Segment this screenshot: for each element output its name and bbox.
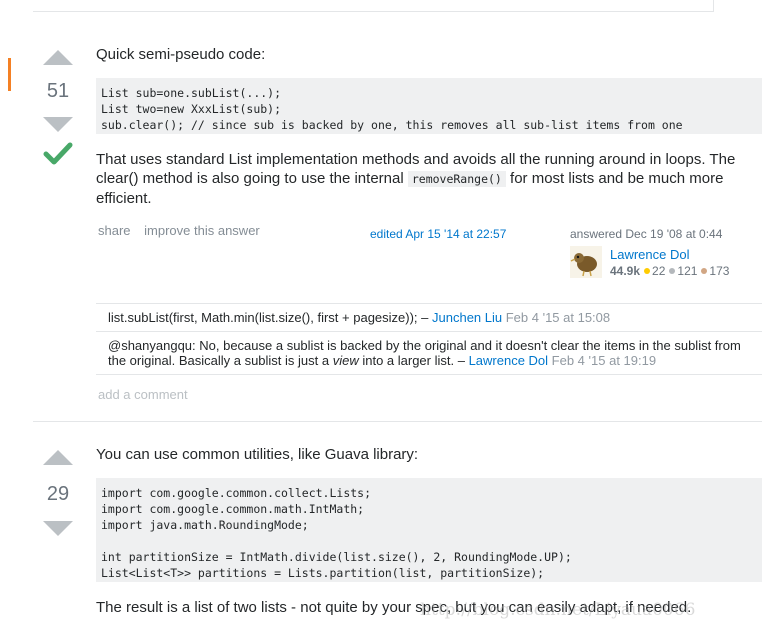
vote-count: 29 xyxy=(46,483,70,505)
downvote-icon[interactable] xyxy=(43,117,73,132)
answer-intro: Quick semi-pseudo code: xyxy=(96,46,266,63)
silver-badge-icon xyxy=(669,268,676,274)
code-block: import com.google.common.collect.Lists; … xyxy=(96,478,762,582)
answer-body: That uses standard List implementation m… xyxy=(96,151,736,207)
vote-cell-answer2: 29 xyxy=(40,450,76,536)
vote-count: 51 xyxy=(46,80,70,102)
bronze-badge-count: 173 xyxy=(709,264,730,278)
code-block: List sub=one.subList(...); List two=new … xyxy=(96,78,762,134)
comment-author-link[interactable]: Junchen Liu xyxy=(432,310,502,325)
answer-separator xyxy=(33,421,762,422)
gold-badge-count: 22 xyxy=(652,264,666,278)
comment-item: list.subList(first, Math.min(list.size()… xyxy=(96,304,762,332)
downvote-icon[interactable] xyxy=(43,521,73,536)
upvote-icon[interactable] xyxy=(43,50,73,65)
gold-badge-icon xyxy=(644,268,651,274)
accepted-checkmark-icon xyxy=(43,142,73,165)
bronze-badge-icon xyxy=(701,268,708,274)
user-reputation: 44.9k 22 121 173 xyxy=(610,264,729,278)
answer-intro: You can use common utilities, like Guava… xyxy=(96,446,419,463)
upvote-icon[interactable] xyxy=(43,450,73,465)
watermark: http://blog.csdn.net/Liyaua0066 xyxy=(420,600,696,620)
comment-date: Feb 4 '15 at 15:08 xyxy=(502,310,611,325)
improve-answer-link[interactable]: improve this answer xyxy=(144,223,260,238)
accepted-indicator-bar xyxy=(8,58,11,91)
share-link[interactable]: share xyxy=(98,223,131,238)
answered-timestamp: answered Dec 19 '08 at 0:44 xyxy=(570,227,723,241)
reputation-score: 44.9k xyxy=(610,264,641,278)
vote-cell-answer1: 51 xyxy=(40,50,76,173)
comment-author-link[interactable]: Lawrence Dol xyxy=(469,353,549,368)
inline-code: removeRange() xyxy=(407,171,506,187)
comments-list: list.subList(first, Math.min(list.size()… xyxy=(96,303,762,375)
post-menu: share improve this answer xyxy=(98,223,270,238)
previous-post-border xyxy=(33,0,714,12)
comment-date: Feb 4 '15 at 19:19 xyxy=(548,353,657,368)
add-comment-link[interactable]: add a comment xyxy=(98,387,188,402)
user-name-link[interactable]: Lawrence Dol xyxy=(610,247,690,262)
comment-item: @shanyangqu: No, because a sublist is ba… xyxy=(96,332,762,375)
user-avatar[interactable] xyxy=(570,246,602,278)
edited-link[interactable]: edited Apr 15 '14 at 22:57 xyxy=(370,227,506,241)
silver-badge-count: 121 xyxy=(677,264,698,278)
